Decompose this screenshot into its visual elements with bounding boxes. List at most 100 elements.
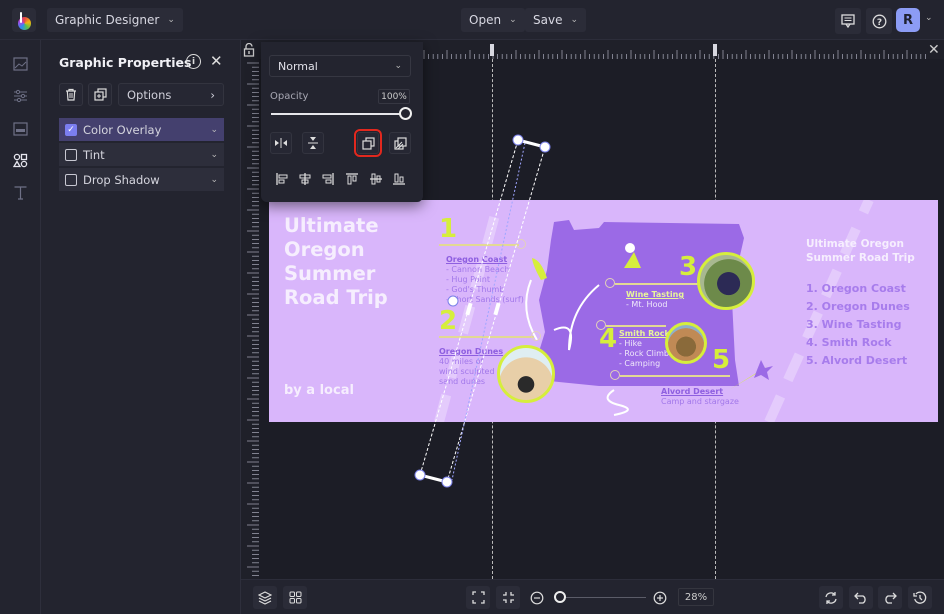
align-center-button[interactable] xyxy=(298,172,312,186)
properties-popup: Normal ⌄ Opacity 100% xyxy=(261,42,423,202)
smith-rock-photo[interactable] xyxy=(665,322,707,364)
stop-3-text[interactable]: Wine Tasting - Mt. Hood xyxy=(626,290,684,310)
blend-mode-value: Normal xyxy=(278,59,318,73)
image-icon[interactable] xyxy=(11,54,30,73)
text-icon[interactable] xyxy=(11,183,30,202)
save-button[interactable]: Save ⌄ xyxy=(525,8,587,32)
flip-horizontal-button[interactable] xyxy=(270,132,292,154)
options-label: Options xyxy=(127,87,172,102)
flip-horizontal-icon xyxy=(275,138,287,148)
stop-item: - Camping xyxy=(619,359,661,368)
resize-handle xyxy=(441,476,453,488)
guide-marker xyxy=(713,44,717,56)
effect-drop-shadow[interactable]: Drop Shadow ⌄ xyxy=(59,168,224,191)
grid-button[interactable] xyxy=(283,586,307,609)
opacity-slider-handle[interactable] xyxy=(399,107,412,120)
design-byline[interactable]: by a local xyxy=(284,383,354,398)
undo-button[interactable] xyxy=(849,586,873,609)
align-top-icon xyxy=(346,173,358,185)
effect-label: Color Overlay xyxy=(83,122,162,137)
help-button[interactable]: ? xyxy=(866,8,892,34)
zoom-level-input[interactable]: 28% xyxy=(678,588,714,606)
checkbox[interactable] xyxy=(65,173,77,186)
align-right-button[interactable] xyxy=(321,172,335,186)
shapes-icon[interactable] xyxy=(11,151,30,170)
mode-dropdown[interactable]: Graphic Designer ⌄ xyxy=(47,8,183,32)
stop-number: 4 xyxy=(599,324,618,354)
tool-rail xyxy=(0,40,41,614)
layout-icon[interactable] xyxy=(11,119,30,138)
history-button[interactable] xyxy=(908,586,932,609)
zoom-slider-track[interactable] xyxy=(554,597,646,598)
panel-title: Graphic Properties xyxy=(59,55,192,70)
open-button[interactable]: Open ⌄ xyxy=(461,8,525,32)
align-left-button[interactable] xyxy=(275,172,289,186)
logo-icon[interactable] xyxy=(12,8,36,32)
stop-number: 5 xyxy=(712,345,731,375)
chevron-down-icon[interactable]: ⌄ xyxy=(210,125,218,135)
info-icon[interactable]: i xyxy=(186,54,201,69)
duplicate-icon xyxy=(93,88,107,101)
open-label: Open xyxy=(469,13,502,27)
stop-item: - Hike xyxy=(619,339,642,348)
chevron-down-icon: ⌄ xyxy=(509,15,517,25)
effect-color-overlay[interactable]: ✓ Color Overlay ⌄ xyxy=(59,118,224,141)
design-title[interactable]: Ultimate Oregon Summer Road Trip xyxy=(284,214,414,310)
send-backward-button[interactable] xyxy=(389,132,411,154)
checkbox[interactable] xyxy=(65,148,77,161)
align-middle-button[interactable] xyxy=(369,172,383,186)
history-icon xyxy=(913,591,927,604)
zoom-out-icon[interactable] xyxy=(530,590,544,609)
stop-4-text[interactable]: Smith Rock - Hike - Rock Climb - Camping xyxy=(619,329,670,369)
bring-forward-icon xyxy=(361,136,375,150)
options-button[interactable]: Options › xyxy=(118,83,224,106)
replace-button[interactable] xyxy=(819,586,843,609)
bottom-toolbar: 28% xyxy=(241,579,944,614)
fit-screen-icon xyxy=(471,591,485,604)
adjustments-icon[interactable] xyxy=(11,86,30,105)
chevron-down-icon[interactable]: ⌄ xyxy=(210,175,218,185)
duplicate-button[interactable] xyxy=(88,83,112,106)
flip-vertical-button[interactable] xyxy=(302,132,324,154)
bring-forward-button[interactable] xyxy=(354,129,382,157)
stop-item: - Rock Climb xyxy=(619,349,669,358)
avatar[interactable]: R xyxy=(896,8,920,32)
layers-button[interactable] xyxy=(253,586,277,609)
checkbox-checked[interactable]: ✓ xyxy=(65,123,77,136)
align-top-button[interactable] xyxy=(345,172,359,186)
grapes-photo[interactable] xyxy=(697,252,755,310)
redo-button[interactable] xyxy=(878,586,902,609)
list-item: 2. Oregon Dunes xyxy=(806,300,910,313)
blend-mode-select[interactable]: Normal ⌄ xyxy=(269,55,411,77)
close-ruler-icon[interactable]: ✕ xyxy=(928,42,940,58)
shrink-button[interactable] xyxy=(496,586,520,609)
list-item: 3. Wine Tasting xyxy=(806,318,902,331)
opacity-slider-track[interactable] xyxy=(271,113,405,115)
sidebar-title[interactable]: Ultimate Oregon Summer Road Trip xyxy=(806,237,916,265)
zoom-slider-handle[interactable] xyxy=(554,591,566,603)
stop-5-text[interactable]: Alvord Desert Camp and stargaze xyxy=(661,387,739,407)
close-icon[interactable]: ✕ xyxy=(210,52,223,70)
align-center-icon xyxy=(299,173,311,185)
guide-marker xyxy=(490,44,494,56)
list-item: 4. Smith Rock xyxy=(806,336,892,349)
chevron-down-icon[interactable]: ⌄ xyxy=(925,13,933,23)
trash-icon xyxy=(66,88,76,101)
selection-box[interactable] xyxy=(400,125,570,495)
design-artboard[interactable]: Ultimate Oregon Summer Road Trip by a lo… xyxy=(269,200,938,422)
fit-screen-button[interactable] xyxy=(466,586,490,609)
svg-text:?: ? xyxy=(876,18,881,28)
graphic-properties-panel: Graphic Properties i ✕ Options › ✓ Color O… xyxy=(41,40,241,614)
delete-button[interactable] xyxy=(59,83,83,106)
opacity-value-input[interactable]: 100% xyxy=(378,89,410,104)
zoom-in-icon[interactable] xyxy=(653,590,667,609)
comment-button[interactable] xyxy=(835,8,861,34)
sidebar-list[interactable]: 1. Oregon Coast 2. Oregon Dunes 3. Wine … xyxy=(806,280,910,370)
vertical-ruler[interactable] xyxy=(241,59,259,579)
lock-icon[interactable] xyxy=(243,42,257,58)
align-bottom-button[interactable] xyxy=(392,172,406,186)
stop-heading: Smith Rock xyxy=(619,329,670,338)
effect-tint[interactable]: Tint ⌄ xyxy=(59,143,224,166)
chevron-down-icon[interactable]: ⌄ xyxy=(210,150,218,160)
chevron-right-icon: › xyxy=(210,87,215,102)
